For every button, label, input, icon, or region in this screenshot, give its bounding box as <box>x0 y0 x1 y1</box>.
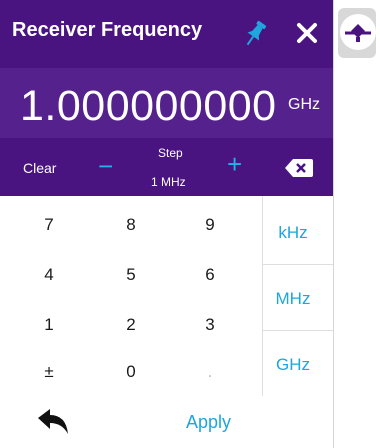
clear-button[interactable]: Clear <box>23 160 56 176</box>
unit-divider <box>262 330 333 331</box>
key-8[interactable]: 8 <box>111 215 151 235</box>
step-label: Step <box>158 146 183 160</box>
unit-ghz-button[interactable]: GHz <box>263 355 323 375</box>
frequency-unit: GHz <box>288 96 320 113</box>
dialog-title: Receiver Frequency <box>12 19 203 41</box>
marker-icon <box>345 24 371 42</box>
step-increment-button[interactable]: + <box>227 151 242 177</box>
key-1[interactable]: 1 <box>29 315 69 335</box>
unit-khz-button[interactable]: kHz <box>263 223 323 243</box>
pin-icon[interactable] <box>240 18 270 50</box>
apply-button[interactable]: Apply <box>186 412 231 433</box>
unit-mhz-button[interactable]: MHz <box>263 289 323 309</box>
back-arrow-icon[interactable] <box>36 408 70 436</box>
key-9[interactable]: 9 <box>190 215 230 235</box>
key-2[interactable]: 2 <box>111 315 151 335</box>
backspace-icon[interactable] <box>284 157 314 179</box>
key-5[interactable]: 5 <box>111 265 151 285</box>
step-value[interactable]: 1 MHz <box>151 175 186 189</box>
close-icon[interactable] <box>294 20 320 46</box>
step-decrement-button[interactable]: − <box>98 153 113 179</box>
key-4[interactable]: 4 <box>29 265 69 285</box>
key-6[interactable]: 6 <box>190 265 230 285</box>
key-0[interactable]: 0 <box>111 362 151 382</box>
key-plus-minus[interactable]: ± <box>29 362 69 382</box>
key-3[interactable]: 3 <box>190 315 230 335</box>
unit-divider <box>262 264 333 265</box>
receiver-frequency-dialog: Receiver Frequency 1.000000000 GHz Clear… <box>0 0 334 448</box>
frequency-value[interactable]: 1.000000000 <box>20 82 277 131</box>
key-7[interactable]: 7 <box>29 215 69 235</box>
key-decimal[interactable]: . <box>190 362 230 382</box>
